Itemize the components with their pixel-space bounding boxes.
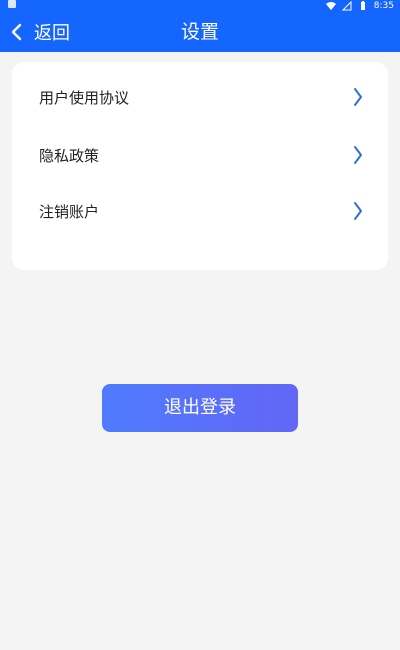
chevron-right-icon [352, 145, 364, 165]
settings-item-label: 用户使用协议 [39, 88, 130, 107]
battery-icon [358, 1, 368, 11]
wifi-icon [325, 1, 336, 11]
settings-item-delete-account[interactable]: 注销账户 [12, 189, 388, 233]
back-button[interactable]: 返回 [10, 12, 70, 52]
status-bar: 8:35 [0, 0, 400, 12]
settings-item-label: 注销账户 [39, 202, 100, 221]
no-signal-icon [341, 1, 352, 11]
status-time: 8:35 [373, 1, 394, 11]
chevron-right-icon [352, 87, 364, 107]
chevron-left-icon [10, 23, 24, 41]
image-notification-icon [8, 0, 16, 8]
settings-item-user-agreement[interactable]: 用户使用协议 [12, 75, 388, 119]
app-bar: 返回 设置 [0, 12, 400, 52]
settings-card: 用户使用协议 隐私政策 注销账户 [12, 62, 388, 270]
settings-item-privacy-policy[interactable]: 隐私政策 [12, 133, 388, 177]
status-bar-right: 8:35 [325, 0, 394, 12]
chevron-right-icon [352, 201, 364, 221]
back-label: 返回 [34, 23, 70, 44]
logout-button[interactable]: 退出登录 [102, 384, 298, 432]
settings-item-label: 隐私政策 [39, 146, 100, 165]
